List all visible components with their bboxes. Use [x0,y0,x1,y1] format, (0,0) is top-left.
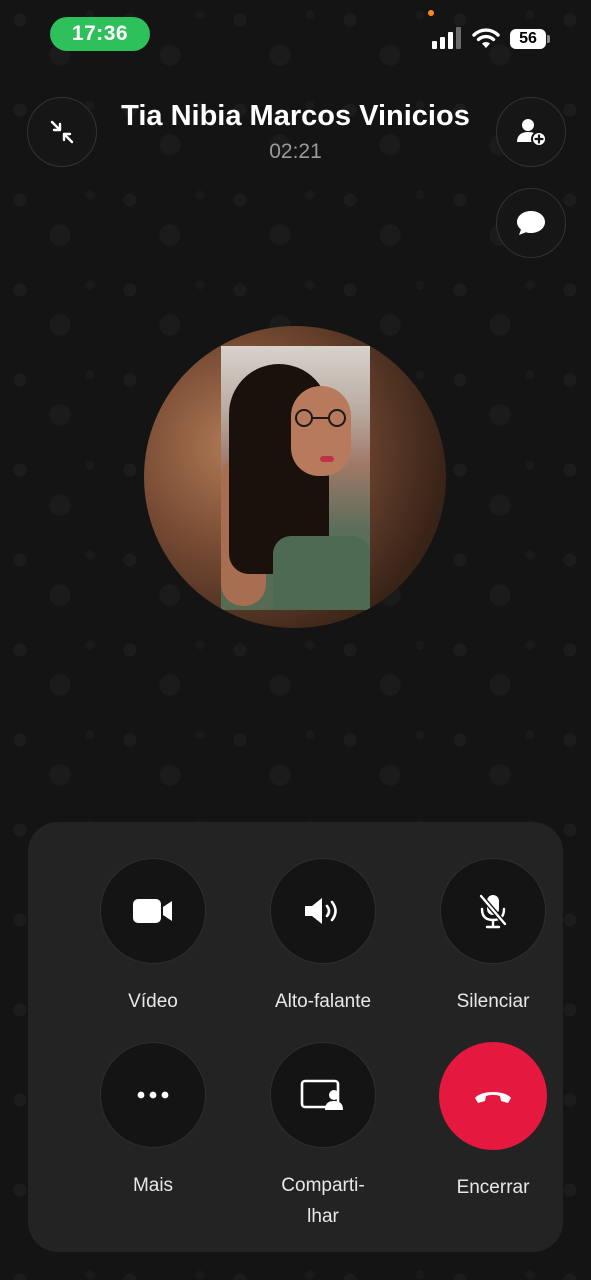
video-button[interactable] [100,858,206,964]
mute-button[interactable] [440,858,546,964]
share-screen-control: Comparti- lhar [238,1042,408,1232]
share-screen-label-line2: lhar [307,1206,339,1227]
call-controls-panel: Vídeo Alto-falante Silenciar Mais Compar… [28,822,563,1252]
speaker-icon [305,898,337,924]
chat-bubble-icon [517,211,545,235]
video-person-face [291,386,351,476]
cellular-signal-icon [432,27,464,49]
more-control: Mais [68,1042,238,1201]
video-person-lips [320,456,334,462]
privacy-indicator-dot [428,10,434,16]
screen-share-icon [300,1079,343,1110]
end-call-label: Encerrar [456,1177,530,1198]
add-participant-button[interactable] [496,97,566,167]
add-person-icon [517,119,547,147]
mute-label: Silenciar [456,991,530,1012]
video-camera-icon [133,899,172,923]
speaker-label: Alto-falante [274,991,372,1012]
video-label: Vídeo [128,991,178,1012]
status-time[interactable]: 17:36 [50,17,150,51]
remote-video-bubble[interactable] [144,326,446,628]
video-person-top [273,536,370,610]
speaker-control: Alto-falante [238,858,408,1017]
more-label: Mais [132,1175,174,1196]
remote-video-frame [221,346,370,610]
glasses-icon [295,409,346,427]
status-bar: 17:36 56 [0,0,591,70]
battery-tip [547,35,550,43]
more-dots-icon [137,1091,169,1099]
end-call-button[interactable] [439,1042,547,1150]
share-screen-label: Comparti- lhar [238,1170,408,1232]
hang-up-icon [475,1092,511,1103]
more-button[interactable] [100,1042,206,1148]
chat-button[interactable] [496,188,566,258]
end-call-control: Encerrar [408,1042,578,1203]
wifi-icon [472,28,500,48]
video-control: Vídeo [68,858,238,1017]
share-screen-label-line1: Comparti- [281,1175,365,1196]
battery-level: 56 [510,29,546,49]
microphone-off-icon [478,893,508,929]
share-screen-button[interactable] [270,1042,376,1148]
speaker-button[interactable] [270,858,376,964]
mute-control: Silenciar [408,858,578,1017]
